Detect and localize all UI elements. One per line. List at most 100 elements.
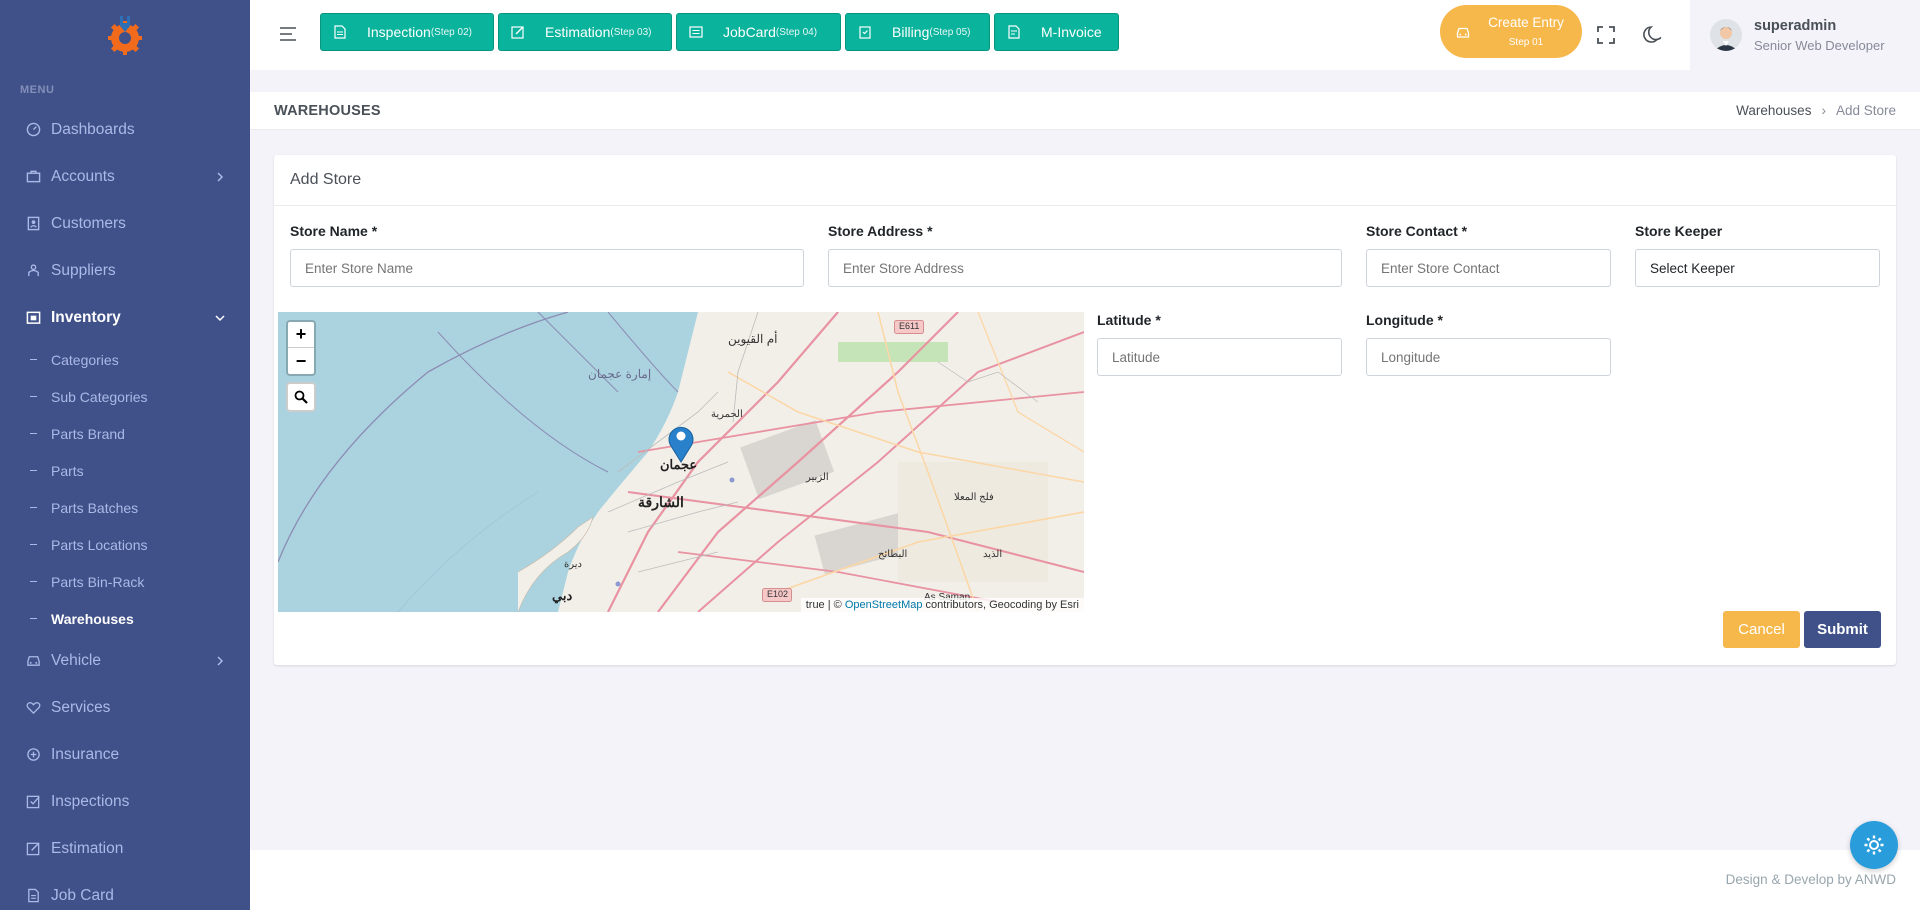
sidebar-item-inventory[interactable]: Inventory — [0, 294, 250, 341]
dashboard-icon — [25, 122, 41, 138]
sidebar-subitem-sub-categories[interactable]: Sub Categories — [0, 378, 250, 415]
footer: Design & Develop by ANWD — [250, 850, 1920, 910]
user-profile-dropdown[interactable]: superadmin Senior Web Developer — [1690, 0, 1920, 70]
fullscreen-icon[interactable] — [1595, 24, 1617, 46]
store-contact-input[interactable] — [1366, 249, 1611, 287]
sidebar: MENU Dashboards Accounts Customers Suppl… — [0, 0, 250, 910]
jobcard-step-button[interactable]: JobCard (Step 04) — [676, 13, 841, 51]
sidebar-item-insurance[interactable]: Insurance — [0, 731, 250, 778]
sidebar-subitem-label: Parts Batches — [51, 499, 139, 516]
attribution-prefix: true | © — [805, 599, 845, 611]
map-label-al-hamriyah: الحمرية — [711, 409, 743, 420]
search-icon — [294, 390, 308, 404]
sidebar-item-job-card[interactable]: Job Card — [0, 872, 250, 910]
step-label: JobCard — [723, 24, 776, 40]
store-keeper-label: Store Keeper — [1635, 223, 1723, 239]
add-store-card: Add Store Store Name * Store Address * S… — [274, 155, 1896, 665]
store-address-label: Store Address * — [828, 223, 933, 239]
map-label-deira: ديرة — [564, 559, 582, 570]
latitude-input[interactable] — [1097, 338, 1342, 376]
create-entry-button[interactable]: Create Entry Step 01 — [1440, 5, 1582, 58]
openstreetmap-link[interactable]: OpenStreetMap — [845, 599, 923, 611]
sidebar-subitem-label: Sub Categories — [51, 388, 148, 405]
brand-logo[interactable] — [0, 0, 250, 70]
sidebar-item-inspections[interactable]: Inspections — [0, 778, 250, 825]
sidebar-subitem-parts-locations[interactable]: Parts Locations — [0, 526, 250, 563]
location-map[interactable]: E611 E102 أم القيوين إمارة عجمان الحمرية… — [278, 312, 1084, 612]
attribution-suffix: contributors, Geocoding by Esri — [922, 599, 1079, 611]
sidebar-subitem-warehouses[interactable]: Warehouses — [0, 600, 250, 637]
sidebar-item-estimation[interactable]: Estimation — [0, 825, 250, 872]
step-number: (Step 05) — [929, 26, 971, 38]
dash-icon — [30, 470, 37, 471]
sidebar-item-label: Insurance — [51, 745, 120, 763]
map-label-e102: E102 — [767, 589, 789, 599]
store-name-label: Store Name * — [290, 223, 378, 239]
create-entry-label: Create Entry — [1488, 15, 1564, 30]
menu-title: MENU — [20, 84, 55, 96]
sidebar-subitem-parts-brand[interactable]: Parts Brand — [0, 415, 250, 452]
sidebar-item-services[interactable]: Services — [0, 684, 250, 731]
step-label: Estimation — [545, 24, 611, 40]
store-name-input[interactable] — [290, 249, 804, 287]
sidebar-item-label: Vehicle — [51, 651, 101, 669]
inspection-step-button[interactable]: Inspection (Step 02) — [320, 13, 494, 51]
gear-icon — [1864, 835, 1884, 855]
sidebar-item-label: Suppliers — [51, 261, 116, 279]
sidebar-subitem-parts[interactable]: Parts — [0, 452, 250, 489]
settings-fab-button[interactable] — [1850, 821, 1898, 869]
map-label-e611: E611 — [899, 321, 920, 331]
sidebar-subitem-parts-batches[interactable]: Parts Batches — [0, 489, 250, 526]
store-keeper-select[interactable]: Select Keeper — [1635, 249, 1880, 287]
dash-icon — [30, 507, 37, 508]
map-label-al-bataeh: البطائح — [878, 549, 908, 560]
zoom-out-button[interactable]: − — [288, 348, 314, 374]
cancel-button[interactable]: Cancel — [1723, 611, 1800, 648]
invoice-icon — [1008, 25, 1020, 39]
longitude-input[interactable] — [1366, 338, 1611, 376]
map-label-umm-al-quwain: أم القيوين — [728, 332, 778, 346]
hamburger-menu-icon[interactable] — [278, 24, 298, 44]
chevron-right-icon — [217, 171, 224, 182]
sidebar-item-label: Customers — [51, 214, 126, 232]
map-label-al-dhaid: الذيد — [983, 549, 1003, 560]
sidebar-item-suppliers[interactable]: Suppliers — [0, 247, 250, 294]
estimation-step-button[interactable]: Estimation (Step 03) — [498, 13, 672, 51]
submit-button[interactable]: Submit — [1804, 611, 1881, 648]
dark-mode-moon-icon[interactable] — [1642, 24, 1664, 46]
zoom-in-button[interactable]: + — [288, 322, 314, 348]
m-invoice-button[interactable]: M-Invoice — [994, 13, 1119, 51]
car-icon — [1456, 27, 1470, 38]
checkbox-icon — [25, 794, 41, 810]
sidebar-item-dashboards[interactable]: Dashboards — [0, 106, 250, 153]
breadcrumb: Warehouses › Add Store — [1736, 103, 1896, 118]
map-label-al-zubair: الزبير — [806, 472, 829, 483]
footer-credit: Design & Develop by ANWD — [1725, 872, 1896, 887]
dash-icon — [30, 359, 37, 360]
dash-icon — [30, 581, 37, 582]
sidebar-item-customers[interactable]: Customers — [0, 200, 250, 247]
sidebar-item-label: Job Card — [51, 886, 114, 904]
sidebar-subitem-parts-bin-rack[interactable]: Parts Bin-Rack — [0, 563, 250, 600]
page-title: WAREHOUSES — [274, 103, 381, 119]
sidebar-subitem-categories[interactable]: Categories — [0, 341, 250, 378]
create-entry-step: Step 01 — [1508, 37, 1544, 48]
map-search-button[interactable] — [286, 382, 316, 412]
breadcrumb-link-warehouses[interactable]: Warehouses — [1736, 103, 1811, 118]
sidebar-item-accounts[interactable]: Accounts — [0, 153, 250, 200]
document-icon — [334, 25, 346, 39]
sidebar-item-label: Inventory — [51, 308, 121, 326]
map-label-sharjah: الشارقة — [638, 494, 684, 510]
billing-step-button[interactable]: Billing (Step 05) — [845, 13, 990, 51]
sidebar-item-label: Services — [51, 698, 111, 716]
map-label-dubai: دبي — [552, 588, 573, 603]
step-number: (Step 04) — [775, 26, 818, 38]
store-address-input[interactable] — [828, 249, 1342, 287]
dash-icon — [30, 433, 37, 434]
sidebar-subitem-label: Parts Locations — [51, 536, 148, 553]
location-marker-icon[interactable] — [666, 422, 696, 464]
sidebar-item-vehicle[interactable]: Vehicle — [0, 637, 250, 684]
dash-icon — [30, 396, 37, 397]
chevron-down-icon — [215, 314, 225, 321]
sidebar-item-label: Dashboards — [51, 120, 135, 138]
